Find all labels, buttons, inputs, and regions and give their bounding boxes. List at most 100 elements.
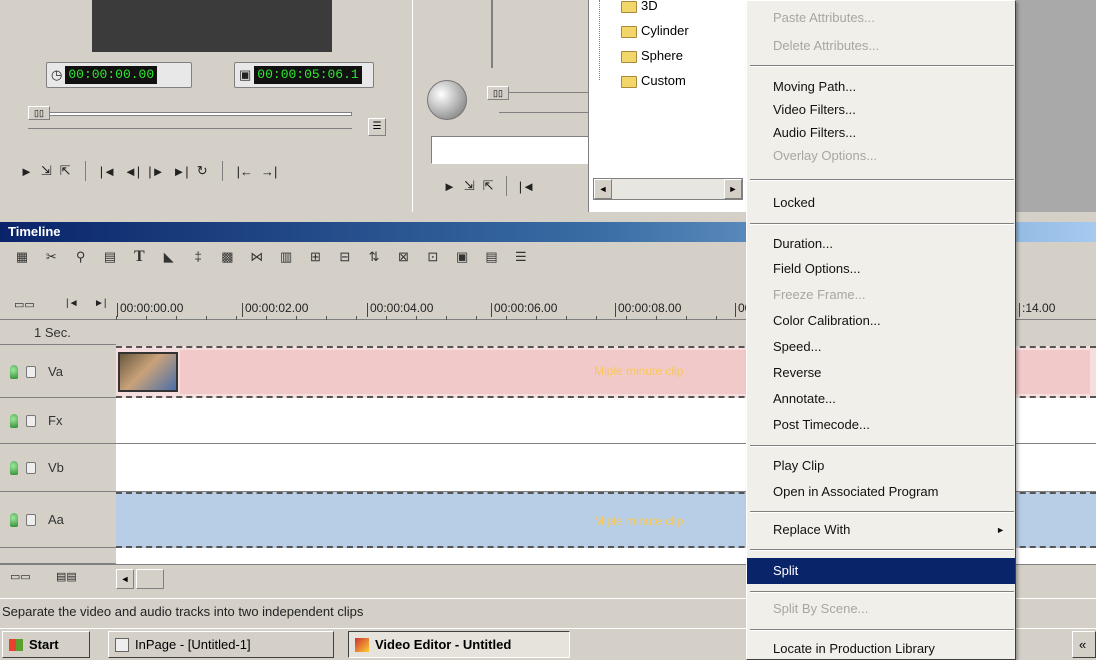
storyboard-icon[interactable]: ▦ (12, 248, 32, 266)
menu-item-duration[interactable]: Duration... (747, 233, 1015, 255)
menu-item-color-calibration[interactable]: Color Calibration... (747, 310, 1015, 332)
menu-item-split[interactable]: Split (747, 558, 1015, 584)
snap-icon[interactable]: ⊠ (393, 248, 413, 266)
menu-item-field-options[interactable]: Field Options... (747, 258, 1015, 280)
menu-item-locate-in-production-library[interactable]: Locate in Production Library (747, 638, 1015, 659)
lock-icon[interactable] (26, 513, 36, 526)
go-end-icon[interactable]: ►| (94, 298, 107, 309)
folder-item[interactable]: Sphere (621, 48, 683, 63)
play-icon[interactable]: ► (20, 164, 33, 179)
track-header-vb[interactable]: Vb (0, 444, 116, 492)
visibility-bulb-icon[interactable] (10, 460, 18, 475)
video-clip-caption: Miple minute clip (594, 364, 684, 378)
menu-separator (750, 591, 1014, 593)
taskbar-item-inpage[interactable]: InPage - [Untitled-1] (108, 631, 334, 658)
track-header-fx[interactable]: Fx (0, 398, 116, 444)
track-header-extra (0, 548, 116, 564)
go-start-icon[interactable]: |◄ (100, 164, 116, 179)
shuttle-handle[interactable]: ▯▯ (487, 86, 509, 100)
menu-item-delete-attributes[interactable]: Delete Attributes... (747, 35, 1015, 57)
prev-frame-icon[interactable]: ◄| (124, 164, 140, 179)
loop-icon[interactable]: ↻ (197, 163, 208, 179)
expand-icon[interactable]: ⋈ (247, 248, 267, 266)
go-start-icon[interactable]: |◄ (66, 298, 79, 309)
visibility-bulb-icon[interactable] (10, 413, 18, 428)
link-icon[interactable]: ⊡ (423, 248, 443, 266)
start-button[interactable]: Start (2, 631, 90, 658)
taskbar-item-label: Video Editor - Untitled (375, 637, 512, 652)
scroll-left-button[interactable]: ◄ (594, 179, 612, 199)
track-view-icon[interactable]: ▭▭ (10, 570, 31, 583)
options-button[interactable]: ☰ (368, 118, 386, 136)
go-end-icon[interactable]: ►| (172, 164, 188, 179)
taskbar-item-video-editor[interactable]: Video Editor - Untitled (348, 631, 570, 658)
text-icon[interactable]: T (129, 248, 149, 266)
next-frame-icon[interactable]: |► (148, 164, 164, 179)
lock-icon[interactable] (26, 365, 36, 378)
folder-item[interactable]: Cylinder (621, 23, 689, 38)
menu-item-play-clip[interactable]: Play Clip (747, 455, 1015, 477)
folder-item[interactable]: Custom (621, 73, 686, 88)
jump-out-icon[interactable]: →| (261, 164, 277, 179)
folder-item[interactable]: 3D (621, 0, 658, 13)
mark-out-icon[interactable]: ⇱ (483, 178, 494, 194)
razor-icon[interactable]: ✂ (41, 248, 61, 266)
mark-out-icon[interactable]: ⇱ (60, 163, 71, 179)
mark-in-icon[interactable]: ⇲ (464, 178, 475, 194)
menu-item-annotate[interactable]: Annotate... (747, 388, 1015, 410)
menu-item-split-by-scene[interactable]: Split By Scene... (747, 598, 1015, 620)
color-icon[interactable]: ◣ (159, 248, 179, 266)
video-clip-thumbnail[interactable] (118, 352, 178, 392)
ripple-icon[interactable]: ⇅ (364, 248, 384, 266)
scroll-thumb[interactable] (136, 569, 164, 589)
track-header-aa[interactable]: Aa (0, 492, 116, 548)
jog-wheel[interactable] (427, 80, 467, 120)
insert-icon[interactable]: ⊞ (305, 248, 325, 266)
menu-item-post-timecode[interactable]: Post Timecode... (747, 414, 1015, 436)
track-label: Vb (48, 460, 64, 475)
track-label: Va (48, 364, 63, 379)
page-icon[interactable]: ▤ (100, 248, 120, 266)
start-timecode[interactable]: ◷ 00:00:00.00 (46, 62, 192, 88)
menu-item-locked[interactable]: Locked (747, 192, 1015, 214)
shuttle-track[interactable] (509, 92, 589, 96)
menu-item-paste-attributes[interactable]: Paste Attributes... (747, 7, 1015, 29)
preview-text-field[interactable] (431, 136, 589, 164)
go-start-icon[interactable]: |◄ (519, 179, 535, 194)
scrubber-track[interactable] (28, 112, 352, 116)
menu-item-freeze-frame[interactable]: Freeze Frame... (747, 284, 1015, 306)
scroll-left-button[interactable]: ◄ (116, 569, 134, 589)
overlay-icon[interactable]: ⊟ (335, 248, 355, 266)
marker-icon[interactable]: ‡ (188, 248, 208, 266)
mark-in-icon[interactable]: ⇲ (41, 163, 52, 179)
track-header-va[interactable]: Va (0, 346, 116, 398)
lock-icon[interactable] (26, 414, 36, 427)
view-mode-icon[interactable]: ▭▭ (14, 298, 35, 311)
menu-item-replace-with[interactable]: Replace With ► (747, 519, 1015, 541)
visibility-bulb-icon[interactable] (10, 364, 18, 379)
zoom-icon[interactable]: ⚲ (71, 248, 91, 266)
menu-item-reverse[interactable]: Reverse (747, 362, 1015, 384)
list-icon[interactable]: ☰ (511, 248, 531, 266)
play-icon[interactable]: ► (443, 179, 456, 194)
menu-item-video-filters[interactable]: Video Filters... (747, 99, 1015, 121)
scrubber-handle[interactable]: ▯▯ (28, 106, 50, 120)
duration-timecode[interactable]: ▣ 00:00:05:06.1 (234, 62, 374, 88)
menu-item-audio-filters[interactable]: Audio Filters... (747, 122, 1015, 144)
track-icon[interactable]: ▤ (482, 248, 502, 266)
jump-in-icon[interactable]: |← (237, 164, 253, 179)
taskbar-overflow-button[interactable]: « (1072, 631, 1096, 658)
group-icon[interactable]: ▣ (452, 248, 472, 266)
scroll-right-button[interactable]: ► (724, 179, 742, 199)
menu-item-moving-path[interactable]: Moving Path... (747, 76, 1015, 98)
layout-icon[interactable]: ▥ (276, 248, 296, 266)
visibility-bulb-icon[interactable] (10, 512, 18, 527)
timeline-view-icon[interactable]: ▤▤ (56, 570, 77, 583)
menu-item-overlay-options[interactable]: Overlay Options... (747, 145, 1015, 167)
menu-item-speed[interactable]: Speed... (747, 336, 1015, 358)
horizontal-scrollbar[interactable]: ◄ ► (593, 178, 743, 200)
zoom-level[interactable]: 1 Sec. (0, 321, 116, 345)
grid-icon[interactable]: ▩ (217, 248, 237, 266)
menu-item-open-in-associated-program[interactable]: Open in Associated Program (747, 481, 1015, 503)
lock-icon[interactable] (26, 461, 36, 474)
